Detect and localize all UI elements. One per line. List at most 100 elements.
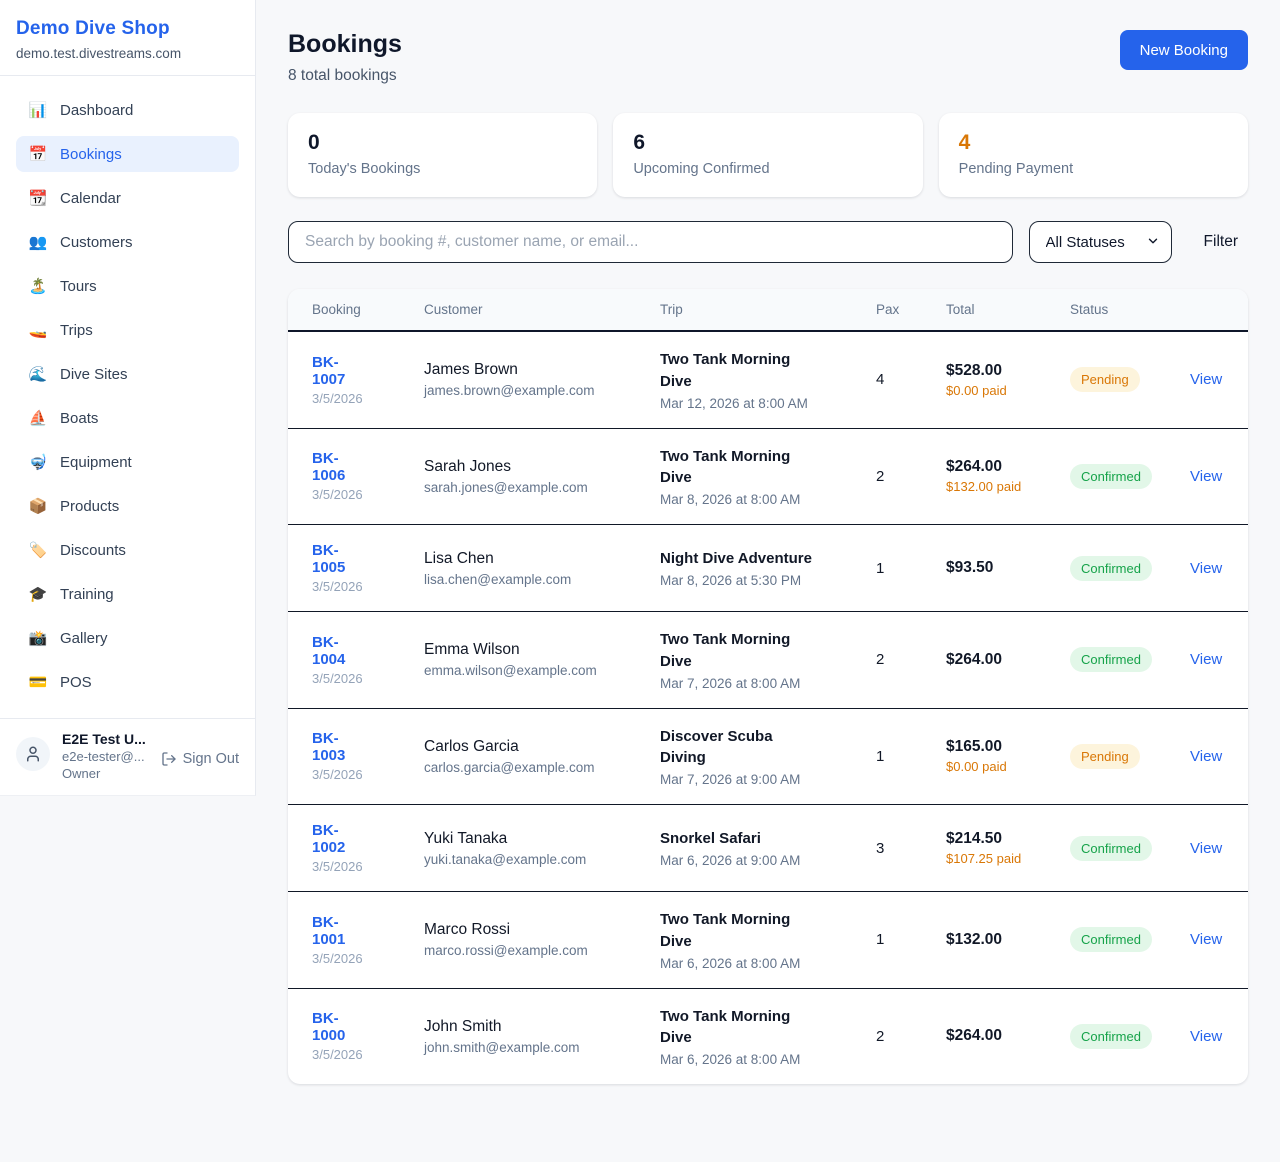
sidebar-item-bookings[interactable]: 📅 Bookings: [16, 136, 239, 172]
view-link[interactable]: View: [1190, 651, 1222, 668]
table-row: BK-1001 3/5/2026 Marco Rossi marco.rossi…: [288, 892, 1248, 989]
sidebar-item-gallery[interactable]: 📸 Gallery: [16, 620, 239, 656]
view-link[interactable]: View: [1190, 371, 1222, 388]
trip-name: Discover Scuba Diving: [660, 726, 816, 770]
pax-count: 1: [876, 892, 946, 989]
paid-amount: $0.00 paid: [946, 383, 1036, 398]
view-link[interactable]: View: [1190, 1028, 1222, 1045]
total-amount: $165.00: [946, 738, 1036, 756]
page-subtitle: 8 total bookings: [288, 67, 402, 85]
booking-id-link[interactable]: BK-1004: [312, 634, 345, 668]
sidebar-item-label: POS: [60, 674, 92, 691]
customer-email: marco.rossi@example.com: [424, 943, 652, 958]
stat-label: Pending Payment: [959, 161, 1228, 177]
booking-date: 3/5/2026: [312, 767, 368, 782]
bookings-table-card: Booking Customer Trip Pax Total Status B…: [288, 289, 1248, 1084]
dive-sites-icon: 🌊: [28, 367, 48, 382]
trip-datetime: Mar 6, 2026 at 8:00 AM: [660, 1052, 816, 1067]
customer-email: carlos.garcia@example.com: [424, 760, 652, 775]
table-row: BK-1006 3/5/2026 Sarah Jones sarah.jones…: [288, 428, 1248, 525]
user-avatar: [16, 737, 50, 771]
customer-email: john.smith@example.com: [424, 1040, 652, 1055]
column-header-customer: Customer: [424, 289, 660, 331]
column-header-status: Status: [1070, 289, 1190, 331]
status-badge: Confirmed: [1070, 647, 1152, 672]
status-badge: Confirmed: [1070, 556, 1152, 581]
column-header-booking: Booking: [288, 289, 424, 331]
trip-datetime: Mar 8, 2026 at 8:00 AM: [660, 492, 816, 507]
new-booking-button[interactable]: New Booking: [1120, 30, 1248, 70]
column-header-total: Total: [946, 289, 1070, 331]
bookings-icon: 📅: [28, 147, 48, 162]
booking-date: 3/5/2026: [312, 859, 368, 874]
sidebar-item-label: Gallery: [60, 630, 108, 647]
booking-id-link[interactable]: BK-1003: [312, 730, 345, 764]
booking-id-link[interactable]: BK-1005: [312, 542, 345, 576]
sidebar-item-label: Discounts: [60, 542, 126, 559]
tours-icon: 🏝️: [28, 279, 48, 294]
total-amount: $528.00: [946, 362, 1036, 380]
pos-icon: 💳: [28, 675, 48, 690]
trip-name: Two Tank Morning Dive: [660, 349, 816, 393]
sidebar-item-pos[interactable]: 💳 POS: [16, 664, 239, 700]
view-link[interactable]: View: [1190, 748, 1222, 765]
sidebar-item-calendar[interactable]: 📆 Calendar: [16, 180, 239, 216]
sidebar-item-boats[interactable]: ⛵ Boats: [16, 400, 239, 436]
user-info: E2E Test U... e2e-tester@... Owner: [62, 731, 149, 781]
customer-name: Carlos Garcia: [424, 738, 652, 756]
filter-button[interactable]: Filter: [1204, 233, 1238, 251]
customer-name: Marco Rossi: [424, 921, 652, 939]
view-link[interactable]: View: [1190, 840, 1222, 857]
stats-row: 0 Today's Bookings 6 Upcoming Confirmed …: [288, 113, 1248, 197]
booking-date: 3/5/2026: [312, 391, 368, 406]
booking-id-link[interactable]: BK-1001: [312, 914, 345, 948]
sidebar-item-tours[interactable]: 🏝️ Tours: [16, 268, 239, 304]
search-input[interactable]: [288, 221, 1013, 263]
view-link[interactable]: View: [1190, 468, 1222, 485]
pax-count: 2: [876, 428, 946, 525]
sidebar-item-training[interactable]: 🎓 Training: [16, 576, 239, 612]
stat-card-pending-payment: 4 Pending Payment: [939, 113, 1248, 197]
stat-card-todays-bookings: 0 Today's Bookings: [288, 113, 597, 197]
pax-count: 1: [876, 708, 946, 805]
paid-amount: $107.25 paid: [946, 851, 1036, 866]
booking-date: 3/5/2026: [312, 487, 368, 502]
gallery-icon: 📸: [28, 631, 48, 646]
status-filter-select[interactable]: All Statuses: [1029, 221, 1172, 263]
booking-id-link[interactable]: BK-1002: [312, 822, 345, 856]
view-link[interactable]: View: [1190, 931, 1222, 948]
sidebar-item-equipment[interactable]: 🤿 Equipment: [16, 444, 239, 480]
sidebar-item-customers[interactable]: 👥 Customers: [16, 224, 239, 260]
sidebar-item-discounts[interactable]: 🏷️ Discounts: [16, 532, 239, 568]
sidebar-item-label: Dive Sites: [60, 366, 128, 383]
user-role: Owner: [62, 766, 149, 781]
customer-name: John Smith: [424, 1018, 652, 1036]
training-icon: 🎓: [28, 587, 48, 602]
view-link[interactable]: View: [1190, 560, 1222, 577]
booking-id-link[interactable]: BK-1000: [312, 1010, 345, 1044]
trip-datetime: Mar 7, 2026 at 9:00 AM: [660, 772, 816, 787]
trip-datetime: Mar 7, 2026 at 8:00 AM: [660, 676, 816, 691]
booking-id-link[interactable]: BK-1006: [312, 450, 345, 484]
sidebar-item-trips[interactable]: 🚤 Trips: [16, 312, 239, 348]
booking-date: 3/5/2026: [312, 671, 368, 686]
sidebar-item-label: Dashboard: [60, 102, 133, 119]
table-row: BK-1000 3/5/2026 John Smith john.smith@e…: [288, 988, 1248, 1084]
stat-value: 0: [308, 131, 577, 155]
sign-out-label: Sign Out: [183, 751, 239, 767]
trip-datetime: Mar 6, 2026 at 8:00 AM: [660, 956, 816, 971]
column-header-trip: Trip: [660, 289, 876, 331]
trip-datetime: Mar 8, 2026 at 5:30 PM: [660, 573, 816, 588]
sidebar-item-dive-sites[interactable]: 🌊 Dive Sites: [16, 356, 239, 392]
stat-card-upcoming-confirmed: 6 Upcoming Confirmed: [613, 113, 922, 197]
table-row: BK-1004 3/5/2026 Emma Wilson emma.wilson…: [288, 612, 1248, 709]
customer-name: James Brown: [424, 361, 652, 379]
sign-out-button[interactable]: Sign Out: [161, 751, 239, 767]
table-row: BK-1005 3/5/2026 Lisa Chen lisa.chen@exa…: [288, 525, 1248, 612]
pax-count: 1: [876, 525, 946, 612]
sidebar-item-products[interactable]: 📦 Products: [16, 488, 239, 524]
sidebar-item-dashboard[interactable]: 📊 Dashboard: [16, 92, 239, 128]
stat-value: 6: [633, 131, 902, 155]
booking-id-link[interactable]: BK-1007: [312, 354, 345, 388]
trip-name: Night Dive Adventure: [660, 548, 816, 570]
